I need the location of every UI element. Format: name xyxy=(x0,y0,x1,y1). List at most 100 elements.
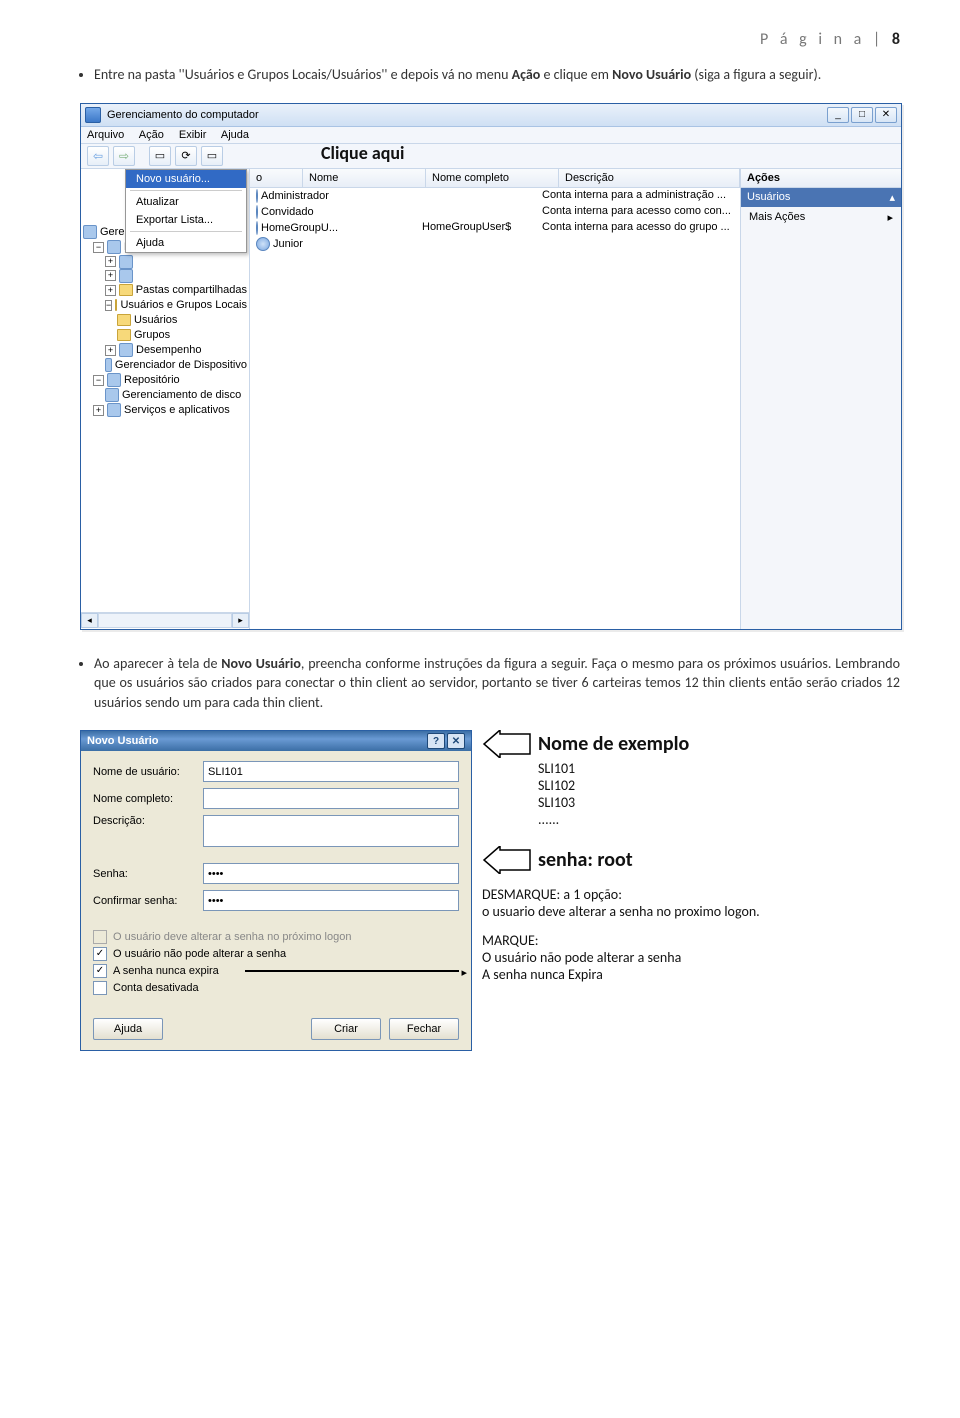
back-button[interactable] xyxy=(87,146,109,166)
tree-scroll-right[interactable]: ▸ xyxy=(232,613,249,628)
ctx-new-user[interactable]: Novo usuário... xyxy=(126,170,246,188)
check1-label: O usuário deve alterar a senha no próxim… xyxy=(113,931,351,943)
fullname-label: Nome completo: xyxy=(93,793,203,805)
list-item[interactable]: AdministradorConta interna para a admini… xyxy=(250,188,740,204)
dialog-close-button[interactable]: ✕ xyxy=(447,733,465,749)
context-menu[interactable]: Novo usuário... Atualizar Exportar Lista… xyxy=(125,169,247,253)
actions-sub-label: Usuários xyxy=(747,191,790,203)
actions-subheader[interactable]: Usuários ▴ xyxy=(741,188,901,207)
actions-more-label: Mais Ações xyxy=(749,211,805,223)
close-button[interactable]: Fechar xyxy=(389,1018,459,1040)
tree-item[interactable]: Usuários xyxy=(83,313,247,328)
list-item[interactable]: HomeGroupU...HomeGroupUser$Conta interna… xyxy=(250,220,740,236)
tree-item[interactable]: +Pastas compartilhadas xyxy=(83,283,247,298)
dialog-title: Novo Usuário xyxy=(87,735,159,747)
collapse-icon[interactable]: ▴ xyxy=(889,191,895,204)
ctx-refresh[interactable]: Atualizar xyxy=(126,193,246,211)
tree-item[interactable]: −Repositório xyxy=(83,373,247,388)
minimize-button[interactable]: _ xyxy=(827,107,849,123)
toolbar-btn-1[interactable]: ▭ xyxy=(149,146,171,166)
description-label: Descrição: xyxy=(93,815,203,827)
tree-item[interactable]: + xyxy=(83,269,247,283)
chevron-right-icon: ▸ xyxy=(887,211,893,224)
instr1-pre: Entre na pasta ''Usuários e Grupos Locai… xyxy=(94,66,512,83)
actions-pane: Ações Usuários ▴ Mais Ações ▸ xyxy=(741,169,901,629)
dialog-help-button[interactable]: ? xyxy=(427,733,445,749)
tree-item[interactable]: +Serviços e aplicativos xyxy=(83,403,247,418)
check4-label: Conta desativada xyxy=(113,982,199,994)
toolbar-btn-3[interactable]: ▭ xyxy=(201,146,223,166)
forward-button[interactable] xyxy=(113,146,135,166)
ctx-help[interactable]: Ajuda xyxy=(126,234,246,252)
instr2-pre: Ao aparecer à tela de xyxy=(94,655,221,672)
menu-acao[interactable]: Ação xyxy=(139,129,164,141)
check-never-expires[interactable]: A senha nunca expira ▸ xyxy=(93,964,459,978)
instr1-b2: Novo Usuário xyxy=(612,66,691,83)
password-input[interactable] xyxy=(203,863,459,884)
ctx-export[interactable]: Exportar Lista... xyxy=(126,211,246,229)
instr1-post: (siga a figura a seguir). xyxy=(691,66,821,83)
actions-more[interactable]: Mais Ações ▸ xyxy=(741,207,901,227)
checkbox-icon[interactable] xyxy=(93,947,107,961)
menu-bar[interactable]: Arquivo Ação Exibir Ajuda xyxy=(81,127,901,144)
uncheck-text: o usuario deve alterar a senha no proxim… xyxy=(482,903,760,920)
list-item[interactable]: Junior xyxy=(250,236,740,252)
check-cannot-change[interactable]: O usuário não pode alterar a senha xyxy=(93,947,459,961)
new-user-dialog: Novo Usuário ? ✕ Nome de usuário: Nome c… xyxy=(80,730,472,1051)
instruction-1: Entre na pasta ''Usuários e Grupos Locai… xyxy=(94,65,900,85)
menu-exibir[interactable]: Exibir xyxy=(179,129,207,141)
username-label: Nome de usuário: xyxy=(93,766,203,778)
tree-scroll-left[interactable]: ◂ xyxy=(81,613,98,628)
annotation-panel: Nome de exemplo SLI101 SLI102 SLI103 ...… xyxy=(482,730,760,983)
arrow-icon xyxy=(482,846,532,874)
tree-item[interactable]: Gerenciador de Dispositivo xyxy=(83,358,247,373)
check-line-2: A senha nunca Expira xyxy=(482,966,760,983)
instruction-2: Ao aparecer à tela de Novo Usuário, pree… xyxy=(94,654,900,713)
description-input[interactable] xyxy=(203,815,459,847)
list-pane[interactable]: o Nome Nome completo Descrição Administr… xyxy=(250,169,741,629)
list-col-icon[interactable]: o xyxy=(250,169,303,187)
list-col-descricao[interactable]: Descrição xyxy=(559,169,740,187)
check2-label: O usuário não pode alterar a senha xyxy=(113,948,286,960)
close-button[interactable]: ✕ xyxy=(875,107,897,123)
username-input[interactable] xyxy=(203,761,459,782)
menu-ajuda[interactable]: Ajuda xyxy=(221,129,249,141)
list-item[interactable]: ConvidadoConta interna para acesso como … xyxy=(250,204,740,220)
password-hint: senha: root xyxy=(538,848,633,872)
instr1-mid: e clique em xyxy=(540,66,612,83)
toolbar-btn-2[interactable]: ⟳ xyxy=(175,146,197,166)
checkbox-icon[interactable] xyxy=(93,981,107,995)
tree-pane[interactable]: Novo usuário... Atualizar Exportar Lista… xyxy=(81,169,250,629)
confirm-label: Confirmar senha: xyxy=(93,895,203,907)
window-titlebar[interactable]: Gerenciamento do computador _ □ ✕ xyxy=(81,104,901,127)
checkbox-icon[interactable] xyxy=(93,964,107,978)
tree-item[interactable]: −Usuários e Grupos Locais xyxy=(83,298,247,313)
toolbar: ▭ ⟳ ▭ Clique aqui xyxy=(81,144,901,169)
page-header-label: P á g i n a | xyxy=(760,30,892,49)
help-button[interactable]: Ajuda xyxy=(93,1018,163,1040)
check3-label: A senha nunca expira xyxy=(113,965,219,977)
computer-management-window: Gerenciamento do computador _ □ ✕ Arquiv… xyxy=(80,103,902,630)
create-button[interactable]: Criar xyxy=(311,1018,381,1040)
list-col-nome[interactable]: Nome xyxy=(303,169,426,187)
tree-item[interactable]: Grupos xyxy=(83,328,247,343)
arrow-icon xyxy=(482,730,532,758)
dialog-titlebar[interactable]: Novo Usuário ? ✕ xyxy=(81,731,471,751)
list-col-nomecompleto[interactable]: Nome completo xyxy=(426,169,559,187)
password-label: Senha: xyxy=(93,868,203,880)
check-line-1: O usuário não pode alterar a senha xyxy=(482,949,760,966)
menu-arquivo[interactable]: Arquivo xyxy=(87,129,124,141)
instr2-b1: Novo Usuário xyxy=(221,655,301,672)
tree-item[interactable]: + xyxy=(83,255,247,269)
tree-item[interactable]: +Desempenho xyxy=(83,343,247,358)
example-line: SLI103 xyxy=(538,794,760,811)
fullname-input[interactable] xyxy=(203,788,459,809)
confirm-input[interactable] xyxy=(203,890,459,911)
window-title: Gerenciamento do computador xyxy=(107,109,259,121)
example-line: ...... xyxy=(538,811,760,828)
check-disabled[interactable]: Conta desativada xyxy=(93,981,459,995)
example-name-title: Nome de exemplo xyxy=(538,732,689,756)
maximize-button[interactable]: □ xyxy=(851,107,873,123)
tree-item[interactable]: Gerenciamento de disco xyxy=(83,388,247,403)
check-title: MARQUE: xyxy=(482,932,760,949)
